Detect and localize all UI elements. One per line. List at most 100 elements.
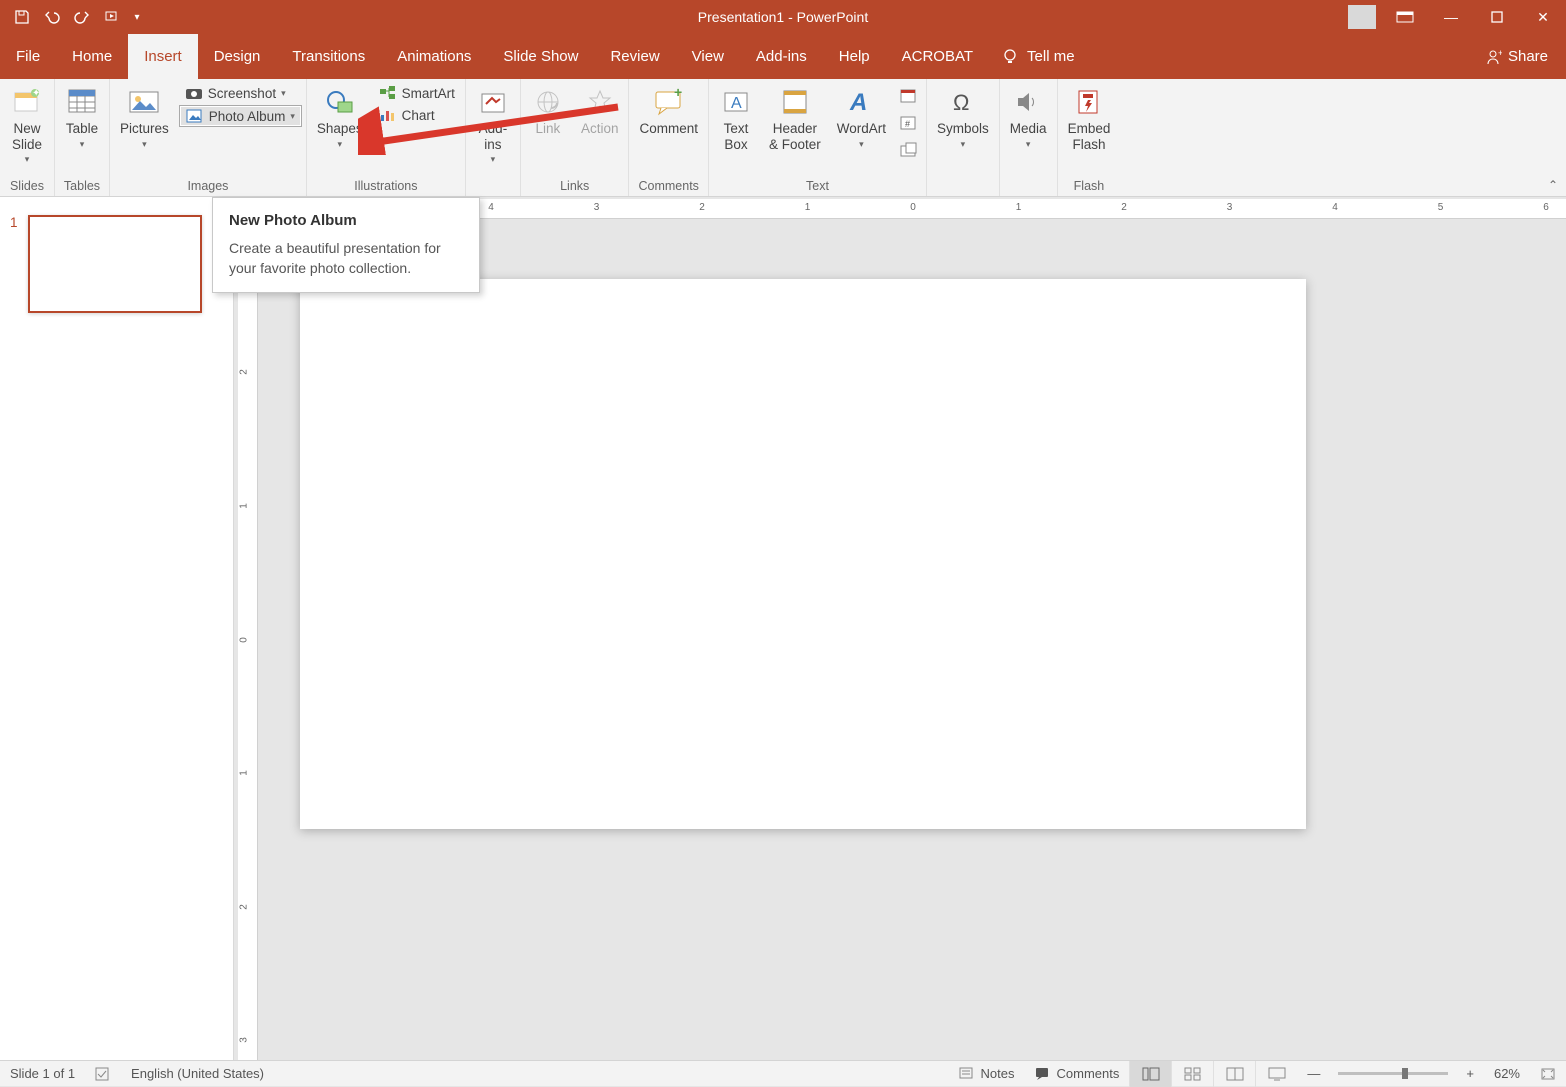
link-button[interactable]: Link <box>523 83 573 139</box>
screenshot-button[interactable]: Screenshot ▾ <box>179 83 302 103</box>
header-footer-button[interactable]: Header & Footer <box>761 83 829 154</box>
view-normal-button[interactable] <box>1129 1061 1171 1087</box>
tab-help[interactable]: Help <box>823 34 886 79</box>
embed-flash-button[interactable]: Embed Flash <box>1060 83 1119 154</box>
slide-thumbnail-panel[interactable]: 1 <box>0 197 234 1060</box>
vertical-ruler: 3210123 <box>238 219 258 1060</box>
title-bar: ▾ Presentation1 - PowerPoint ― ✕ <box>0 0 1566 34</box>
slide-thumbnail[interactable] <box>28 215 202 313</box>
group-tables: Table ▾ Tables <box>55 79 110 196</box>
notes-icon <box>959 1067 975 1081</box>
table-button[interactable]: Table ▾ <box>57 83 107 152</box>
shapes-icon <box>323 85 357 119</box>
comments-label: Comments <box>1057 1066 1120 1081</box>
view-sorter-button[interactable] <box>1171 1061 1213 1087</box>
tab-insert[interactable]: Insert <box>128 34 198 79</box>
tab-animations[interactable]: Animations <box>381 34 487 79</box>
zoom-in-button[interactable]: + <box>1456 1066 1484 1081</box>
status-notes[interactable]: Notes <box>949 1066 1025 1081</box>
link-icon <box>531 85 565 119</box>
tab-file[interactable]: File <box>0 34 56 79</box>
collapse-ribbon-icon[interactable]: ⌃ <box>1548 178 1558 192</box>
group-media-label <box>1002 179 1055 196</box>
action-button[interactable]: Action <box>573 83 627 139</box>
tooltip-title: New Photo Album <box>229 212 463 229</box>
date-time-button[interactable] <box>896 88 922 104</box>
tab-slideshow[interactable]: Slide Show <box>487 34 594 79</box>
screenshot-label: Screenshot <box>208 86 276 101</box>
textbox-icon: A <box>719 85 753 119</box>
addins-button[interactable]: Add- ins ▾ <box>468 83 518 167</box>
shapes-label: Shapes <box>317 121 363 137</box>
status-comments[interactable]: Comments <box>1025 1066 1130 1081</box>
media-button[interactable]: Media ▾ <box>1002 83 1055 152</box>
wordart-button[interactable]: A WordArt ▾ <box>829 83 894 152</box>
zoom-out-button[interactable]: ― <box>1297 1066 1330 1081</box>
zoom-slider-thumb[interactable] <box>1402 1068 1408 1079</box>
tooltip-body: Create a beautiful presentation for your… <box>229 239 463 278</box>
tab-review[interactable]: Review <box>594 34 675 79</box>
pictures-button[interactable]: Pictures ▾ <box>112 83 177 152</box>
slide-number-button[interactable]: # <box>896 115 922 131</box>
tab-addins[interactable]: Add-ins <box>740 34 823 79</box>
fit-to-window-button[interactable] <box>1530 1067 1566 1081</box>
qat-customize-icon[interactable]: ▾ <box>128 4 146 30</box>
new-slide-button[interactable]: ✦ New Slide ▾ <box>2 83 52 167</box>
redo-icon[interactable] <box>68 4 96 30</box>
chart-button[interactable]: Chart <box>373 105 461 125</box>
status-slide[interactable]: Slide 1 of 1 <box>0 1066 85 1081</box>
tab-home[interactable]: Home <box>56 34 128 79</box>
save-icon[interactable] <box>8 4 36 30</box>
smartart-icon <box>379 85 397 101</box>
user-avatar[interactable] <box>1348 5 1376 29</box>
minimize-button[interactable]: ― <box>1428 0 1474 34</box>
close-button[interactable]: ✕ <box>1520 0 1566 34</box>
view-reading-button[interactable] <box>1213 1061 1255 1087</box>
thumbnail-number: 1 <box>10 215 18 230</box>
undo-icon[interactable] <box>38 4 66 30</box>
view-slideshow-button[interactable] <box>1255 1061 1297 1087</box>
header-footer-label: Header & Footer <box>769 121 821 152</box>
share-button[interactable]: + Share <box>1466 34 1566 79</box>
smartart-button[interactable]: SmartArt <box>373 83 461 103</box>
comment-label: Comment <box>639 121 698 137</box>
group-illustrations: Shapes ▾ SmartArt Chart Illustrations <box>307 79 466 196</box>
table-icon <box>65 85 99 119</box>
group-symbols-label <box>929 179 997 196</box>
group-media: Media ▾ <box>1000 79 1058 196</box>
slide-canvas[interactable] <box>300 279 1306 829</box>
status-spellcheck[interactable] <box>85 1067 121 1081</box>
canvas-zone[interactable] <box>260 219 1566 1060</box>
group-links: Link Action Links <box>521 79 630 196</box>
zoom-slider[interactable] <box>1338 1072 1448 1075</box>
object-button[interactable] <box>896 142 922 158</box>
work-area: 1 6543210123456 3210123 <box>0 197 1566 1060</box>
comment-button[interactable]: + Comment <box>631 83 706 139</box>
shapes-button[interactable]: Shapes ▾ <box>309 83 371 152</box>
group-comments-label: Comments <box>631 179 706 196</box>
textbox-button[interactable]: A Text Box <box>711 83 761 154</box>
status-language[interactable]: English (United States) <box>121 1066 274 1081</box>
svg-text:A: A <box>731 95 742 112</box>
status-bar: Slide 1 of 1 English (United States) Not… <box>0 1060 1566 1086</box>
symbols-button[interactable]: Ω Symbols ▾ <box>929 83 997 152</box>
ribbon-display-icon[interactable] <box>1382 0 1428 34</box>
smartart-label: SmartArt <box>402 86 455 101</box>
title-right: ― ✕ <box>1342 0 1566 34</box>
chevron-down-icon: ▾ <box>80 139 85 150</box>
tell-me[interactable]: Tell me <box>1001 34 1075 79</box>
tab-view[interactable]: View <box>676 34 740 79</box>
addins-icon <box>476 85 510 119</box>
maximize-button[interactable] <box>1474 0 1520 34</box>
start-from-beginning-icon[interactable] <box>98 4 126 30</box>
group-images: Pictures ▾ Screenshot ▾ Photo Album ▾ Im… <box>110 79 307 196</box>
zoom-level[interactable]: 62% <box>1484 1066 1530 1081</box>
slide-editor: 6543210123456 3210123 <box>234 197 1566 1060</box>
tab-design[interactable]: Design <box>198 34 277 79</box>
photo-album-button[interactable]: Photo Album ▾ <box>179 105 302 127</box>
tab-transitions[interactable]: Transitions <box>276 34 381 79</box>
tab-acrobat[interactable]: ACROBAT <box>886 34 989 79</box>
chevron-down-icon: ▾ <box>491 154 496 165</box>
action-label: Action <box>581 121 619 137</box>
omega-icon: Ω <box>946 85 980 119</box>
